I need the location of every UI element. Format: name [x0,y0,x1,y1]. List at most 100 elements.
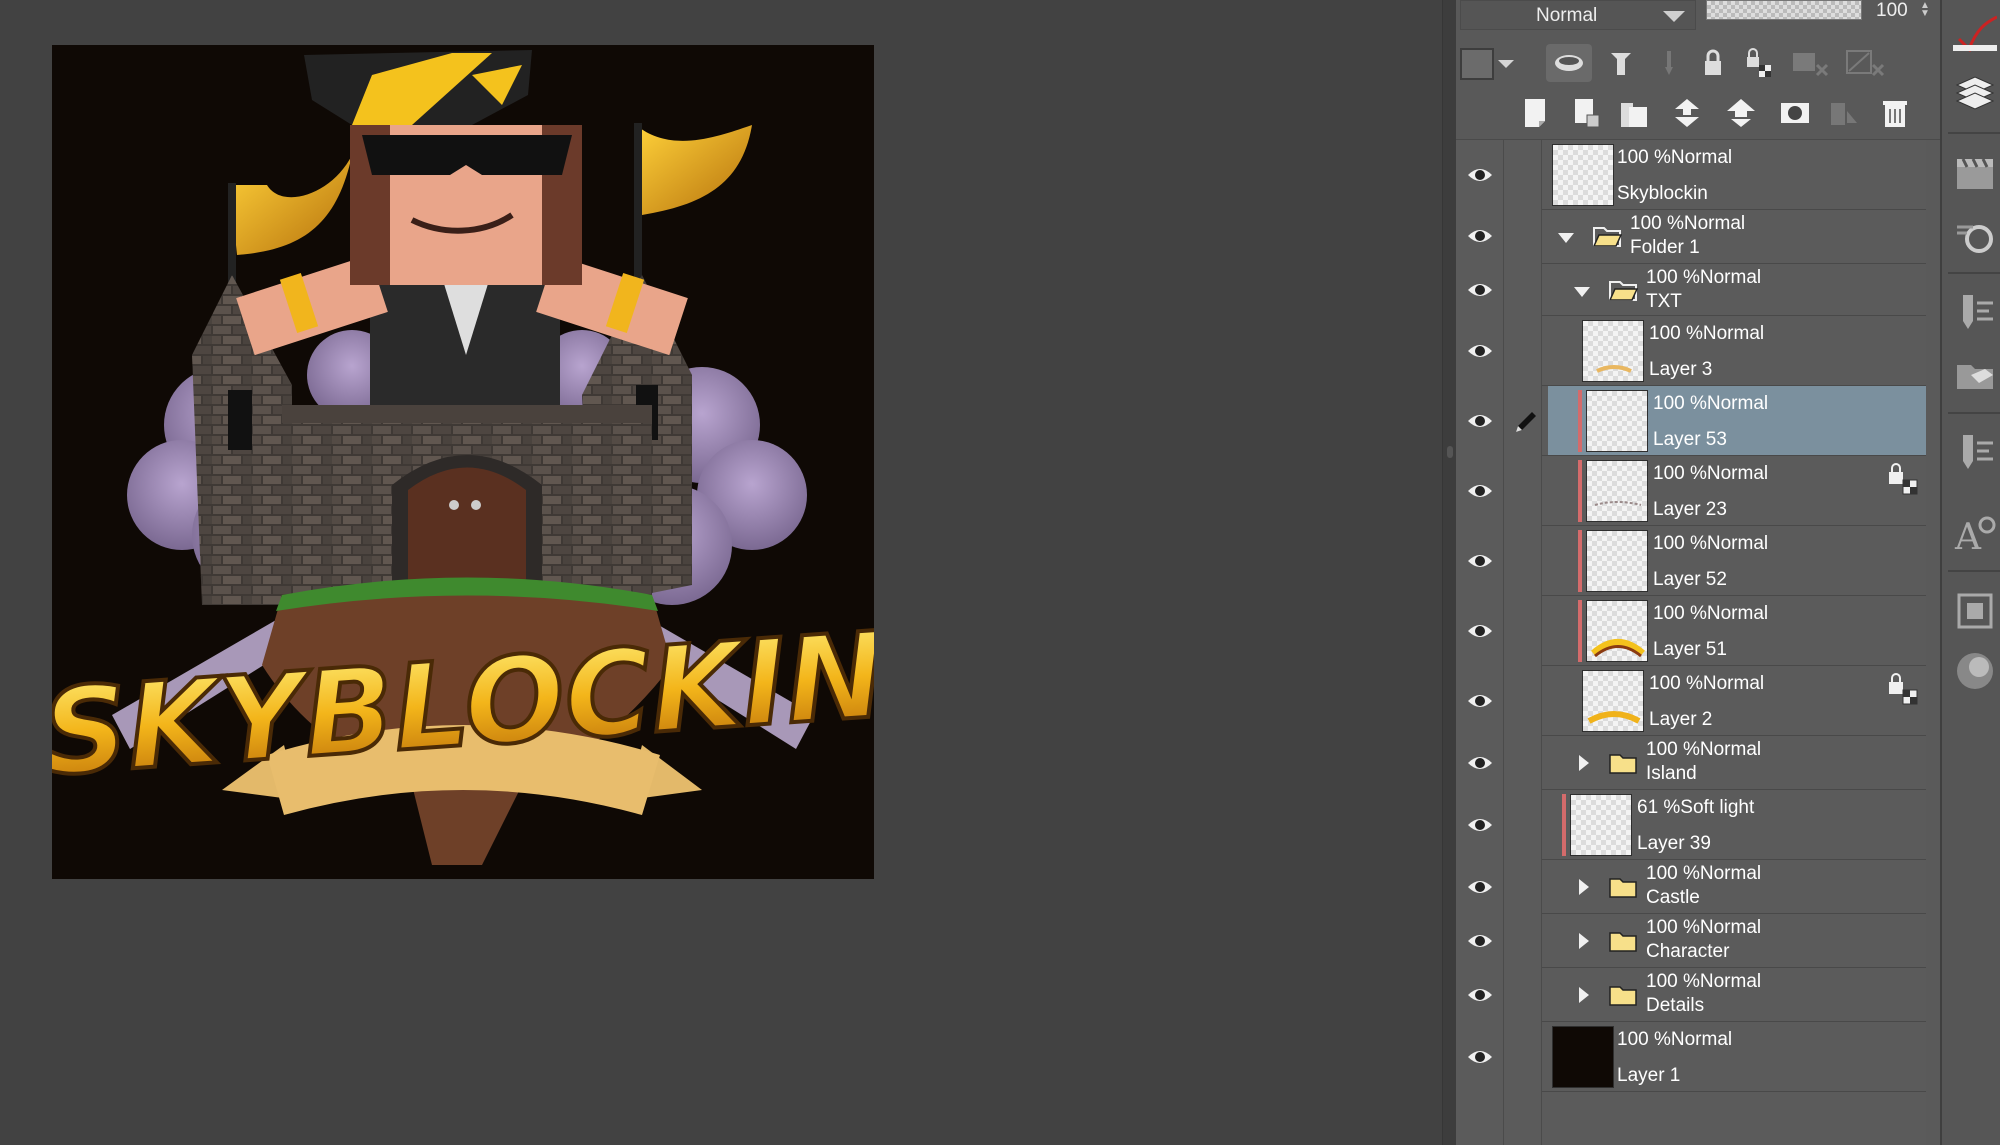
layer-color-mark [1578,600,1582,662]
eye-icon[interactable] [1466,411,1494,431]
eye-icon[interactable] [1466,341,1494,361]
search-layer-button[interactable] [1950,212,2000,258]
layer-panel-toolbar: Normal 100 ▲ ▼ [1456,0,1940,140]
layer-opacity-mode: 100 %Normal [1653,533,1769,554]
opacity-value[interactable]: 100 [1876,0,1908,22]
collapse-arrow-icon[interactable] [1574,985,1594,1005]
animation-button[interactable] [1950,150,2000,196]
eye-icon[interactable] [1466,877,1494,897]
new-vector-layer-button[interactable] [1568,94,1606,132]
pencil-icon [1516,412,1536,432]
text-settings-button[interactable]: A [1950,510,2000,556]
layer-row-layer-51[interactable]: 100 %Normal Layer 51 [1456,596,1926,666]
clip-layer-button[interactable] [1786,44,1836,82]
sub-tool-button[interactable] [1950,290,2000,336]
delete-layer-button[interactable] [1876,94,1914,132]
color-circle-button[interactable] [1950,648,2000,694]
layer-thumbnail [1552,1026,1614,1088]
layer-name: Layer 1 [1617,1065,1681,1086]
layer-row-layer-3[interactable]: 100 %Normal Layer 3 [1456,316,1926,386]
layer-opacity-mode: 100 %Normal [1617,147,1733,168]
layer-thumbnail [1582,320,1644,382]
layer-list[interactable]: 100 %Normal Skyblockin 100 %Normal Folde… [1456,140,1926,1145]
new-raster-layer-button[interactable] [1516,94,1554,132]
eye-icon[interactable] [1466,815,1494,835]
eye-icon[interactable] [1466,280,1494,300]
layer-palette-button[interactable] [1950,72,2000,118]
opacity-spinner-icon[interactable]: ▲ ▼ [1920,1,1930,19]
layer-thumbnail [1552,144,1614,206]
collapse-arrow-icon[interactable] [1574,753,1594,773]
layer-row-layer-2[interactable]: 100 %Normal Layer 2 [1456,666,1926,736]
layer-row-layer-52[interactable]: 100 %Normal Layer 52 [1456,526,1926,596]
scrollbar-thumb[interactable] [1447,446,1453,458]
opacity-slider[interactable] [1706,0,1862,20]
expand-arrow-icon[interactable] [1556,228,1576,248]
search-icon [1957,225,1993,253]
layer-row-character[interactable]: 100 %Normal Character [1456,914,1926,968]
canvas-area[interactable]: SKYBLOCKIN [0,0,1442,1145]
lighthouse-icon [1611,53,1631,75]
material-button[interactable] [1950,352,2000,398]
reference-layer-button[interactable] [1546,44,1592,82]
layer-row-castle[interactable]: 100 %Normal Castle [1456,860,1926,914]
layer-name: Skyblockin [1617,183,1708,204]
eye-icon[interactable] [1466,1047,1494,1067]
create-mask-button[interactable] [1776,94,1814,132]
layer-row-txt[interactable]: 100 %Normal TXT [1456,264,1926,316]
collapse-arrow-icon[interactable] [1574,877,1594,897]
layer-color-mark [1578,460,1582,522]
eye-icon[interactable] [1466,165,1494,185]
layer-name: Layer 51 [1653,639,1727,660]
svg-text:A: A [1954,517,1982,555]
tool-property-button[interactable] [1950,430,2000,476]
eye-icon[interactable] [1466,691,1494,711]
transfer-down-button[interactable] [1668,94,1706,132]
new-folder-icon [1621,103,1647,127]
lock-icon[interactable] [1885,670,1921,706]
layer-thumbnail [1586,460,1648,522]
layer-name: Folder 1 [1630,237,1700,258]
expand-arrow-icon[interactable] [1572,282,1592,302]
layer-name: Layer 23 [1653,499,1727,520]
navigator-button[interactable] [1950,588,2000,634]
layer-color-button[interactable] [1460,46,1516,82]
layer-row-skyblockin[interactable]: 100 %Normal Skyblockin [1456,140,1926,210]
brush-icon [1665,51,1673,75]
apply-mask-button[interactable] [1824,94,1862,132]
eye-icon[interactable] [1466,753,1494,773]
eye-icon[interactable] [1466,226,1494,246]
layer-opacity-mode: 100 %Normal [1646,739,1762,760]
merge-down-button[interactable] [1722,94,1760,132]
artwork-canvas[interactable]: SKYBLOCKIN [52,45,874,879]
mask-options-button[interactable] [1840,44,1890,82]
layer-color-mark [1562,794,1566,856]
layer-row-layer-53[interactable]: 100 %Normal Layer 53 [1456,386,1926,456]
new-folder-button[interactable] [1616,94,1654,132]
layer-row-folder-1[interactable]: 100 %Normal Folder 1 [1456,210,1926,264]
blend-mode-select[interactable]: Normal [1460,0,1696,30]
layer-row-details[interactable]: 100 %Normal Details [1456,968,1926,1022]
layer-name: Layer 52 [1653,569,1727,590]
eye-icon[interactable] [1466,481,1494,501]
eye-icon[interactable] [1466,621,1494,641]
collapse-arrow-icon[interactable] [1574,931,1594,951]
draft-layer-button[interactable] [1602,44,1640,82]
lock-icon[interactable] [1885,460,1921,496]
trash-icon [1883,101,1907,127]
canvas-vertical-scrollbar[interactable] [1442,0,1456,1145]
lock-layer-button[interactable] [1694,44,1732,82]
lock-transparent-button[interactable] [1740,44,1778,82]
lock-brush-button[interactable] [1650,44,1688,82]
color-wheel-button[interactable] [1950,8,2000,54]
layer-row-layer-1[interactable]: 100 %Normal Layer 1 [1456,1022,1926,1092]
layer-row-island[interactable]: 100 %Normal Island [1456,736,1926,790]
layer-panel: Normal 100 ▲ ▼ 100 %Normal Skyblockin 10… [1456,0,1940,1145]
folder-icon [1609,878,1637,898]
layer-row-layer-39[interactable]: 61 %Soft light Layer 39 [1456,790,1926,860]
clip-icon [1793,53,1829,77]
layer-row-layer-23[interactable]: 100 %Normal Layer 23 [1456,456,1926,526]
eye-icon[interactable] [1466,985,1494,1005]
eye-icon[interactable] [1466,551,1494,571]
eye-icon[interactable] [1466,931,1494,951]
